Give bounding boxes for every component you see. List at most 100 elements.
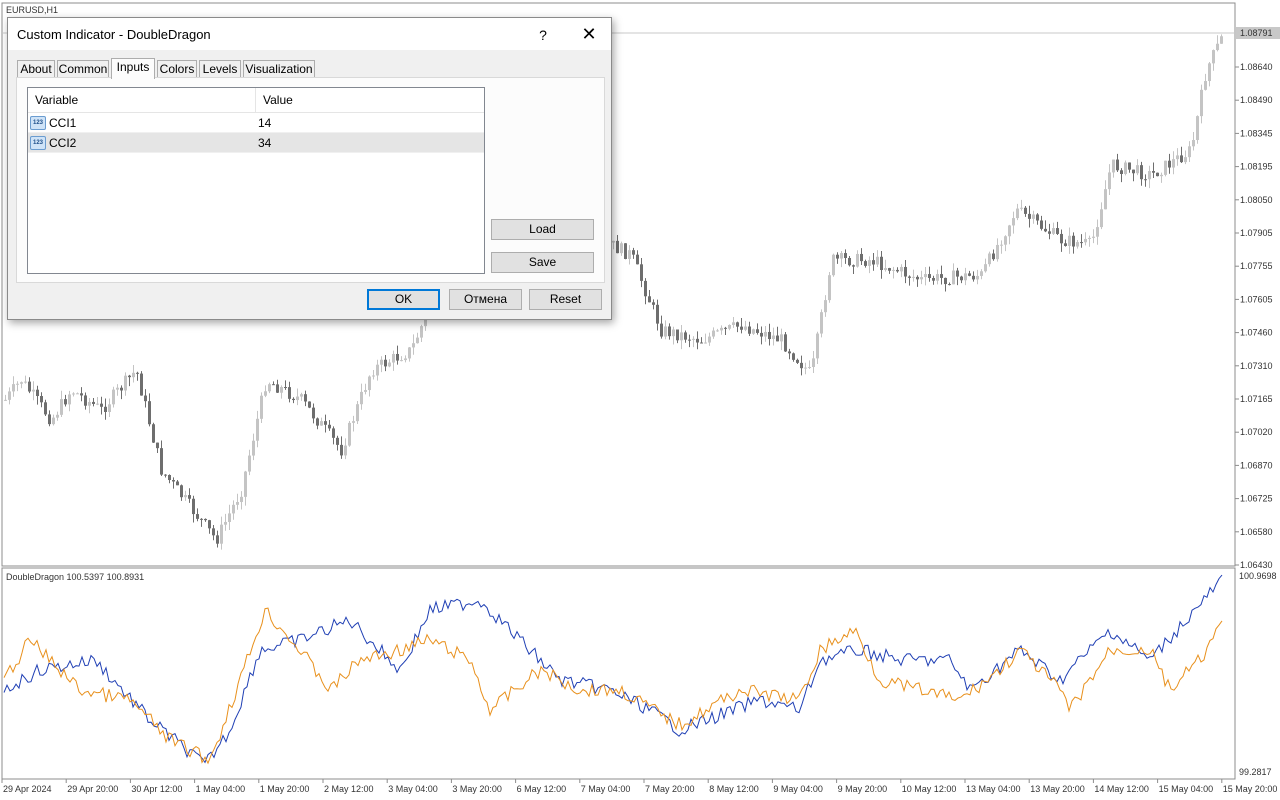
price-tick-label: 1.07310 — [1240, 361, 1273, 371]
variable-name: CCI1 — [49, 116, 77, 130]
price-tick-label: 1.07905 — [1240, 228, 1273, 238]
candle-body — [784, 334, 787, 352]
candle-body — [24, 381, 27, 383]
candle-body — [1112, 159, 1115, 173]
number-123-icon: 123 — [30, 136, 46, 150]
candle-body — [1056, 228, 1059, 234]
candle-body — [156, 442, 159, 449]
candle-body — [120, 387, 123, 391]
dialog-title: Custom Indicator - DoubleDragon — [17, 27, 211, 42]
ok-button[interactable]: OK — [367, 289, 440, 310]
candle-body — [1216, 43, 1219, 51]
help-button[interactable]: ? — [528, 24, 558, 46]
variable-name: CCI2 — [49, 136, 77, 150]
candle-body — [1188, 146, 1191, 158]
candle-body — [104, 406, 107, 412]
table-row[interactable]: 123 CCI2 34 — [28, 133, 484, 153]
time-tick-label: 13 May 20:00 — [1030, 784, 1085, 794]
candle-body — [924, 274, 927, 278]
candle-body — [612, 240, 615, 243]
candle-body — [1108, 172, 1111, 190]
price-tick-label: 1.07165 — [1240, 394, 1273, 404]
candle-body — [212, 528, 215, 536]
time-tick-label: 13 May 04:00 — [966, 784, 1021, 794]
header-variable[interactable]: Variable — [28, 88, 256, 112]
candle-body — [636, 254, 639, 265]
candle-body — [376, 364, 379, 376]
candle-body — [60, 399, 63, 415]
price-tick-label: 1.08050 — [1240, 195, 1273, 205]
candle-body — [240, 496, 243, 503]
header-value[interactable]: Value — [256, 88, 484, 112]
time-tick-label: 3 May 20:00 — [452, 784, 502, 794]
candle-body — [704, 342, 707, 344]
candle-body — [648, 296, 651, 303]
candle-body — [132, 372, 135, 378]
reset-button[interactable]: Reset — [529, 289, 602, 310]
candle-body — [904, 266, 907, 277]
candle-body — [672, 329, 675, 337]
variable-value[interactable]: 14 — [258, 113, 271, 133]
candle-body — [708, 336, 711, 343]
candle-body — [788, 351, 791, 354]
candle-body — [220, 524, 223, 544]
tab-common[interactable]: Common — [57, 60, 109, 78]
candle-body — [928, 274, 931, 278]
candle-body — [736, 322, 739, 327]
candle-body — [400, 360, 403, 362]
candle-body — [1220, 36, 1223, 44]
candle-body — [984, 264, 987, 272]
candle-body — [1008, 225, 1011, 237]
custom-indicator-dialog[interactable]: Custom Indicator - DoubleDragon ? ✕ Abou… — [7, 17, 612, 320]
candle-body — [1100, 209, 1103, 228]
candle-body — [796, 359, 799, 363]
candle-body — [820, 312, 823, 334]
save-button[interactable]: Save — [491, 252, 594, 273]
cancel-button[interactable]: Отмена — [449, 289, 522, 310]
time-tick-label: 10 May 12:00 — [902, 784, 957, 794]
candle-body — [1016, 208, 1019, 219]
time-tick-label: 15 May 20:00 — [1223, 784, 1278, 794]
candle-body — [184, 495, 187, 498]
dialog-title-bar[interactable]: Custom Indicator - DoubleDragon ? ✕ — [8, 18, 611, 50]
candle-body — [756, 329, 759, 333]
time-tick-label: 2 May 12:00 — [324, 784, 374, 794]
candle-body — [40, 396, 43, 403]
candle-body — [744, 326, 747, 330]
variable-value[interactable]: 34 — [258, 133, 271, 153]
candle-body — [1072, 235, 1075, 247]
indicator-pane[interactable] — [1, 567, 1236, 780]
candle-body — [716, 330, 719, 332]
candle-body — [724, 327, 727, 329]
time-tick-label: 8 May 12:00 — [709, 784, 759, 794]
candle-body — [356, 404, 359, 422]
candle-body — [8, 391, 11, 400]
candle-body — [36, 389, 39, 397]
candle-body — [136, 372, 139, 374]
candle-body — [128, 375, 131, 378]
price-tick-label: 1.07605 — [1240, 294, 1273, 304]
tab-about[interactable]: About — [17, 60, 55, 78]
candle-body — [680, 332, 683, 341]
candle-body — [152, 424, 155, 443]
candle-body — [196, 514, 199, 519]
inputs-table[interactable]: Variable Value 123 CCI1 14 123 CCI2 34 — [27, 87, 485, 274]
candle-body — [764, 331, 767, 337]
candle-body — [952, 270, 955, 285]
candle-body — [20, 382, 23, 384]
candle-body — [12, 384, 15, 392]
candle-body — [1068, 235, 1071, 246]
candle-body — [168, 475, 171, 481]
tab-levels[interactable]: Levels — [199, 60, 241, 78]
tab-colors[interactable]: Colors — [157, 60, 197, 78]
time-tick-label: 3 May 04:00 — [388, 784, 438, 794]
candle-body — [172, 480, 175, 482]
candle-body — [780, 334, 783, 342]
close-icon[interactable]: ✕ — [574, 22, 604, 46]
tab-inputs[interactable]: Inputs — [111, 58, 155, 79]
load-button[interactable]: Load — [491, 219, 594, 240]
candle-body — [1040, 220, 1043, 229]
candle-body — [160, 448, 163, 475]
tab-visualization[interactable]: Visualization — [243, 60, 315, 78]
table-row[interactable]: 123 CCI1 14 — [28, 113, 484, 133]
